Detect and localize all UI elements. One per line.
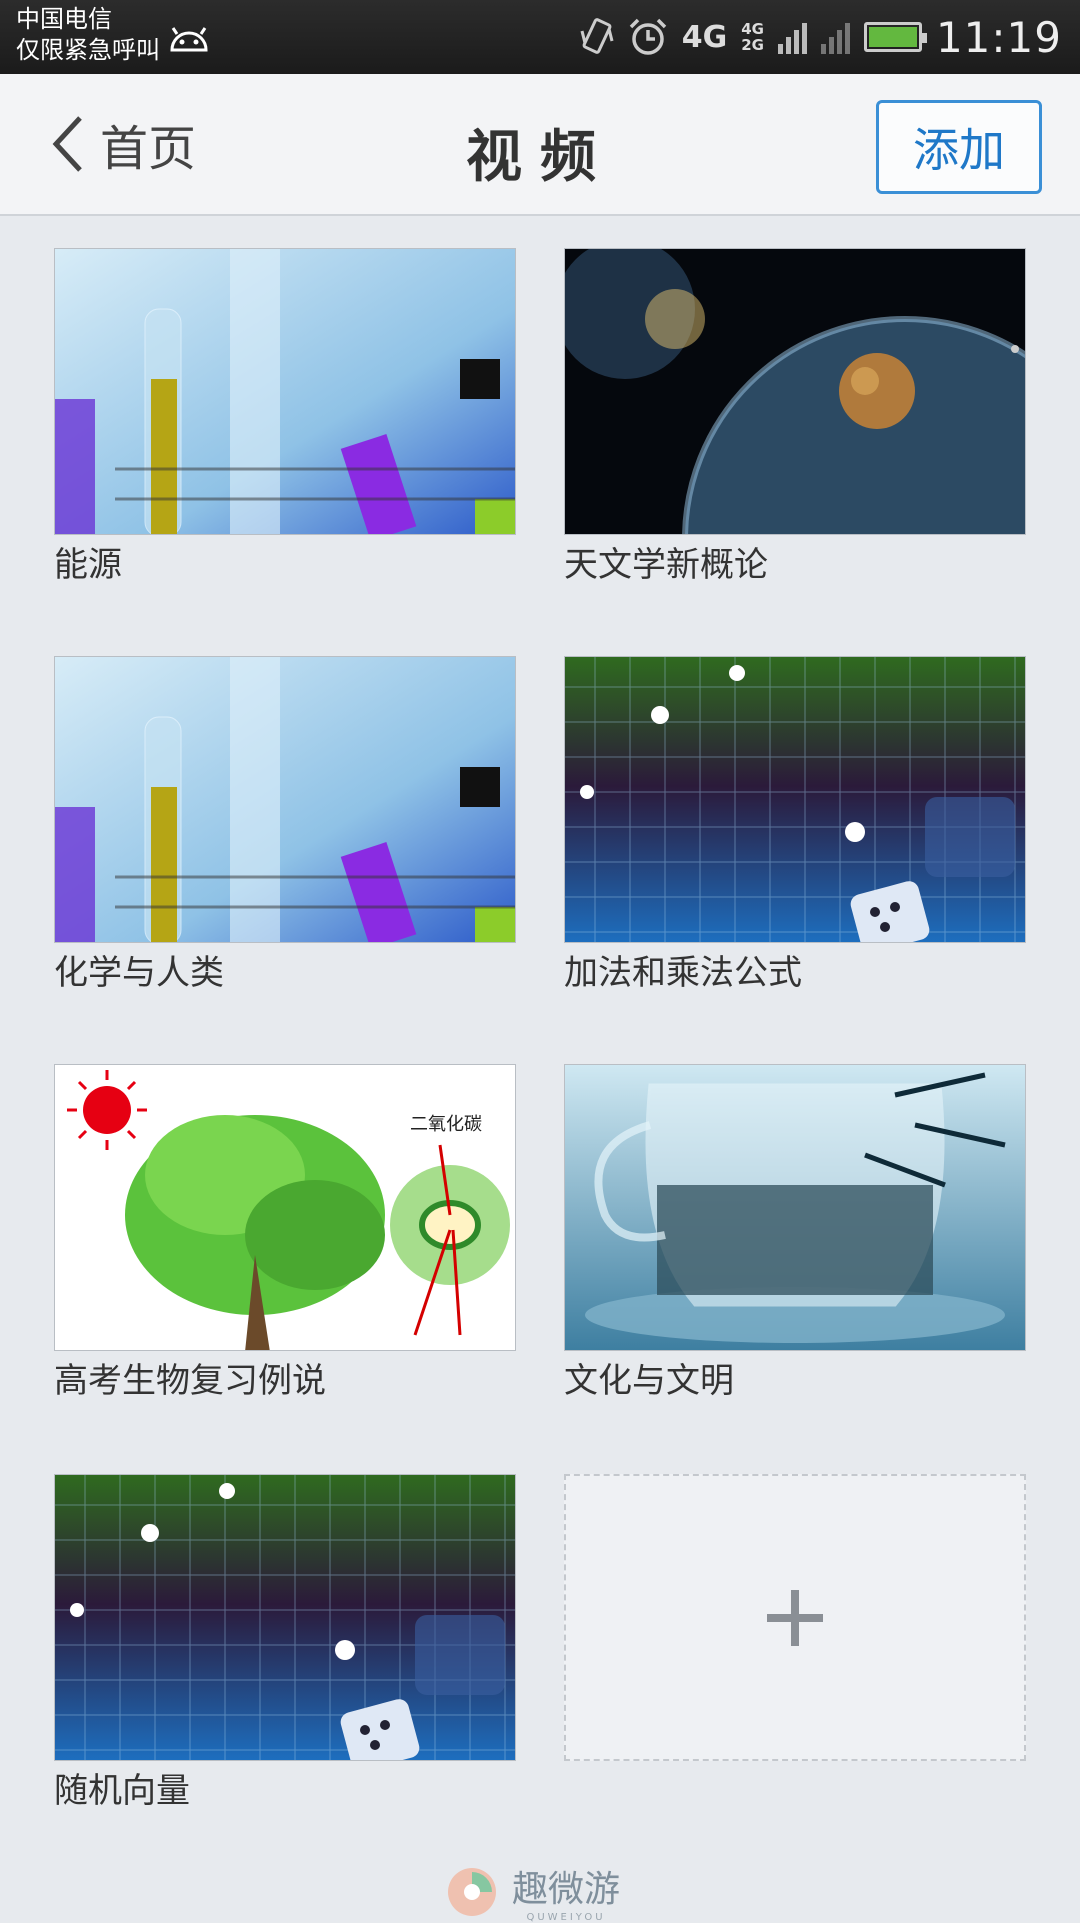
signal-no-service-icon xyxy=(820,20,850,54)
network-secondary: 4G 2G xyxy=(741,20,764,54)
watermark-subtext: QUWEIYOU xyxy=(526,1912,606,1923)
vibrate-icon xyxy=(580,18,614,54)
video-card[interactable]: 能源 xyxy=(54,248,516,589)
navigation-header: 首页 视频 添加 xyxy=(0,74,1080,216)
watermark: 趣微游 QUWEIYOU xyxy=(446,1860,620,1923)
battery-icon xyxy=(863,22,927,52)
carrier-info: 中国电信 仅限紧急呼叫 xyxy=(16,4,160,66)
carrier-name: 中国电信 xyxy=(16,5,112,33)
status-bar: 中国电信 仅限紧急呼叫 4G 4G 2G 11:19 xyxy=(0,0,1080,74)
plus-icon xyxy=(767,1589,823,1646)
android-icon xyxy=(170,27,208,52)
watermark-text: 趣微游 xyxy=(512,1869,621,1910)
signal-strength-icon xyxy=(777,20,807,54)
add-video-placeholder[interactable] xyxy=(564,1474,1026,1761)
network-type: 4G xyxy=(681,19,728,55)
alarm-icon xyxy=(629,18,666,55)
emergency-only-text: 仅限紧急呼叫 xyxy=(16,36,160,64)
watermark-logo-icon xyxy=(448,1867,496,1916)
lab-test-tubes-thumbnail xyxy=(54,248,516,535)
lab-test-tubes-thumbnail xyxy=(54,656,516,943)
video-title: 随机向量 xyxy=(54,1771,190,1811)
video-title: 加法和乘法公式 xyxy=(564,953,802,993)
video-card[interactable]: 文化与文明 xyxy=(564,1064,1026,1405)
video-title: 文化与文明 xyxy=(564,1361,734,1401)
numbers-grid-dice-thumbnail xyxy=(54,1474,516,1761)
numbers-grid-dice-thumbnail xyxy=(564,656,1026,943)
space-planet-thumbnail xyxy=(564,248,1026,535)
video-card[interactable]: 化学与人类 xyxy=(54,656,516,997)
video-card[interactable]: 二氧化碳 高考生物复习例说 xyxy=(54,1064,516,1405)
video-card[interactable]: 天文学新概论 xyxy=(564,248,1026,589)
video-title: 化学与人类 xyxy=(54,953,224,993)
video-title: 能源 xyxy=(54,545,122,585)
video-card[interactable]: 加法和乘法公式 xyxy=(564,656,1026,997)
video-title: 高考生物复习例说 xyxy=(54,1361,326,1401)
co2-label: 二氧化碳 xyxy=(410,1114,482,1135)
video-title: 天文学新概论 xyxy=(564,545,768,585)
clock: 11:19 xyxy=(935,12,1062,62)
glass-teacup-thumbnail xyxy=(564,1064,1026,1351)
add-button[interactable]: 添加 xyxy=(876,100,1042,194)
video-card[interactable]: 随机向量 xyxy=(54,1474,516,1815)
tree-photosynthesis-thumbnail: 二氧化碳 xyxy=(54,1064,516,1351)
